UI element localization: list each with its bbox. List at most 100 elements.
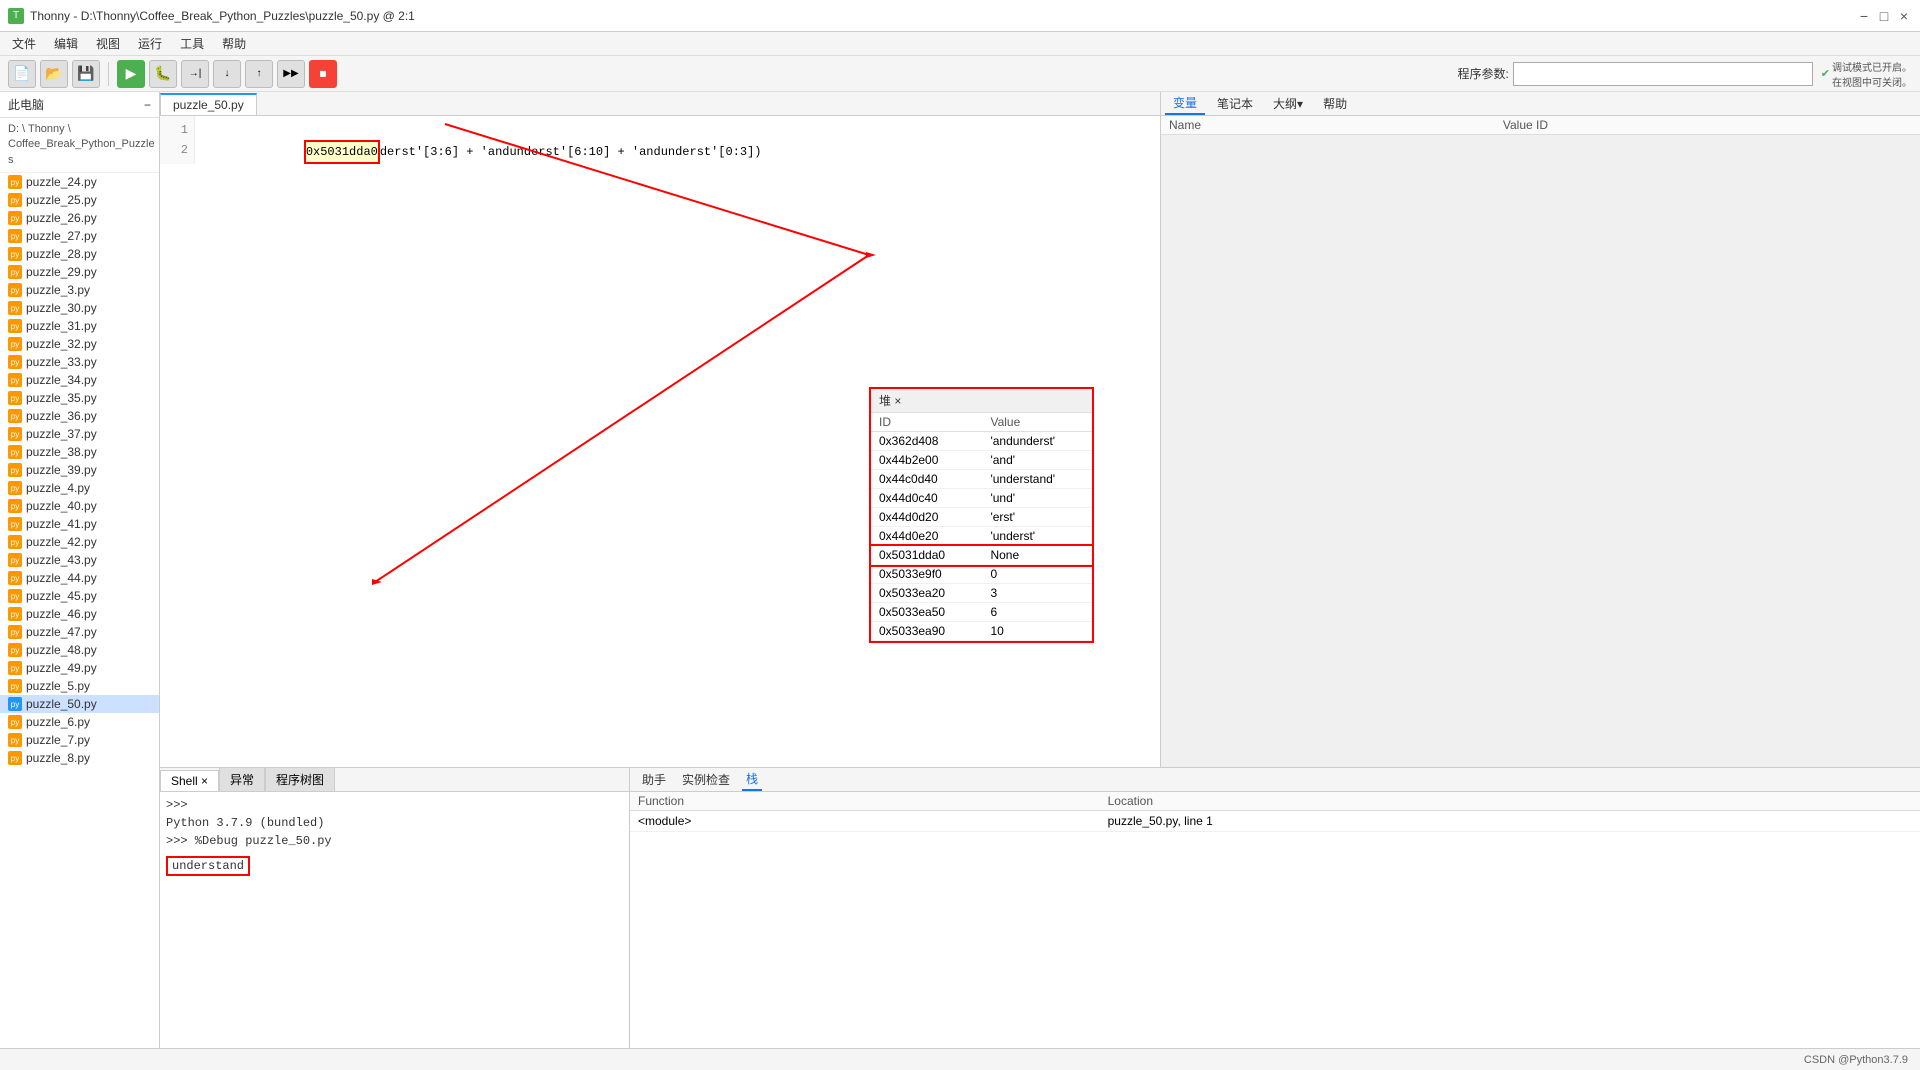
- sidebar-item-label: puzzle_44.py: [26, 571, 97, 585]
- sidebar-item-label: puzzle_27.py: [26, 229, 97, 243]
- stack-table-body: <module> puzzle_50.py, line 1: [630, 811, 1920, 832]
- sidebar-item-puzzle_44-py[interactable]: py puzzle_44.py: [0, 569, 159, 587]
- tab-help[interactable]: 帮助: [1315, 93, 1355, 114]
- file-icon: py: [8, 571, 22, 585]
- sidebar-item-puzzle_5-py[interactable]: pypuzzle_5.py: [0, 677, 159, 695]
- new-file-button[interactable]: 📄: [8, 60, 36, 88]
- sidebar-file-list: pypuzzle_24.pypypuzzle_25.pypypuzzle_26.…: [0, 173, 159, 1048]
- sidebar-item-label: puzzle_49.py: [26, 661, 97, 675]
- sidebar-item-puzzle_7-py[interactable]: pypuzzle_7.py: [0, 731, 159, 749]
- stack-cell-location: puzzle_50.py, line 1: [1100, 811, 1920, 832]
- shell-content[interactable]: >>> Python 3.7.9 (bundled) >>> %Debug pu…: [160, 792, 629, 1048]
- sidebar-item-label: puzzle_30.py: [26, 301, 97, 315]
- sidebar-item-puzzle_6-py[interactable]: pypuzzle_6.py: [0, 713, 159, 731]
- sidebar-item-label: puzzle_42.py: [26, 535, 97, 549]
- window-title: Thonny - D:\Thonny\Coffee_Break_Python_P…: [30, 9, 415, 23]
- stop-button[interactable]: ⏹: [309, 60, 337, 88]
- menu-item-帮助[interactable]: 帮助: [214, 33, 254, 54]
- sidebar-item-puzzle_27-py[interactable]: pypuzzle_27.py: [0, 227, 159, 245]
- sidebar-item-label: puzzle_3.py: [26, 283, 90, 297]
- sidebar-item-puzzle_26-py[interactable]: pypuzzle_26.py: [0, 209, 159, 227]
- file-icon: py: [8, 481, 22, 495]
- tab-stack[interactable]: 栈: [742, 768, 762, 791]
- sidebar-item-puzzle_3-py[interactable]: pypuzzle_3.py: [0, 281, 159, 299]
- heap-row: 0x5031dda0None: [871, 546, 1092, 565]
- file-icon: py: [8, 427, 22, 441]
- sidebar-header: 此电脑 −: [0, 92, 159, 118]
- menu-item-运行[interactable]: 运行: [130, 33, 170, 54]
- sidebar-item-puzzle_34-py[interactable]: pypuzzle_34.py: [0, 371, 159, 389]
- file-icon: py: [8, 211, 22, 225]
- file-icon: py: [8, 625, 22, 639]
- open-file-button[interactable]: 📂: [40, 60, 68, 88]
- stack-col-function: Function: [630, 792, 1100, 811]
- file-icon: py: [8, 517, 22, 531]
- sidebar-item-puzzle_49-py[interactable]: pypuzzle_49.py: [0, 659, 159, 677]
- sidebar-item-puzzle_24-py[interactable]: pypuzzle_24.py: [0, 173, 159, 191]
- menu-item-视图[interactable]: 视图: [88, 33, 128, 54]
- file-icon: py: [8, 607, 22, 621]
- resume-button[interactable]: ▶▶: [277, 60, 305, 88]
- debug-button[interactable]: 🐛: [149, 60, 177, 88]
- sidebar-item-puzzle_50-py[interactable]: pypuzzle_50.py: [0, 695, 159, 713]
- step-into-button[interactable]: ↓: [213, 60, 241, 88]
- sidebar-item-puzzle_48-py[interactable]: pypuzzle_48.py: [0, 641, 159, 659]
- run-button[interactable]: ▶: [117, 60, 145, 88]
- sidebar-item-puzzle_42-py[interactable]: pypuzzle_42.py: [0, 533, 159, 551]
- tab-exception[interactable]: 异常: [219, 767, 265, 791]
- maximize-button[interactable]: □: [1876, 8, 1892, 24]
- sidebar-item-puzzle_30-py[interactable]: pypuzzle_30.py: [0, 299, 159, 317]
- sidebar-item-puzzle_31-py[interactable]: pypuzzle_31.py: [0, 317, 159, 335]
- shell-python-version: Python 3.7.9 (bundled): [166, 816, 623, 830]
- sidebar-item-puzzle_47-py[interactable]: pypuzzle_47.py: [0, 623, 159, 641]
- sidebar-item-puzzle_38-py[interactable]: pypuzzle_38.py: [0, 443, 159, 461]
- sidebar-item-puzzle_32-py[interactable]: pypuzzle_32.py: [0, 335, 159, 353]
- sidebar-collapse-icon[interactable]: −: [144, 98, 151, 112]
- close-button[interactable]: ×: [1896, 8, 1912, 24]
- sidebar-item-puzzle_37-py[interactable]: pypuzzle_37.py: [0, 425, 159, 443]
- stack-row: <module> puzzle_50.py, line 1: [630, 811, 1920, 832]
- sidebar-item-puzzle_36-py[interactable]: pypuzzle_36.py: [0, 407, 159, 425]
- tab-shell[interactable]: Shell ×: [160, 770, 219, 791]
- save-file-button[interactable]: 💾: [72, 60, 100, 88]
- sidebar-item-puzzle_35-py[interactable]: pypuzzle_35.py: [0, 389, 159, 407]
- sidebar-item-puzzle_45-py[interactable]: pypuzzle_45.py: [0, 587, 159, 605]
- step-over-button[interactable]: →|: [181, 60, 209, 88]
- menu-item-文件[interactable]: 文件: [4, 33, 44, 54]
- file-icon: py: [8, 247, 22, 261]
- sidebar-item-label: puzzle_29.py: [26, 265, 97, 279]
- tab-notebook[interactable]: 笔记本: [1209, 93, 1261, 114]
- tab-instance-check[interactable]: 实例检查: [678, 769, 734, 790]
- sidebar-item-puzzle_46-py[interactable]: pypuzzle_46.py: [0, 605, 159, 623]
- tab-puzzle50[interactable]: puzzle_50.py: [160, 93, 257, 115]
- sidebar-item-puzzle_28-py[interactable]: pypuzzle_28.py: [0, 245, 159, 263]
- sidebar-item-puzzle_43-py[interactable]: pypuzzle_43.py: [0, 551, 159, 569]
- tab-assistant[interactable]: 助手: [638, 769, 670, 790]
- sidebar-item-puzzle_8-py[interactable]: pypuzzle_8.py: [0, 749, 159, 767]
- sidebar-item-puzzle_40-py[interactable]: pypuzzle_40.py: [0, 497, 159, 515]
- sidebar-title: 此电脑: [8, 96, 44, 113]
- sidebar-item-puzzle_25-py[interactable]: pypuzzle_25.py: [0, 191, 159, 209]
- sidebar-item-puzzle_29-py[interactable]: pypuzzle_29.py: [0, 263, 159, 281]
- shell-panel: Shell × 异常 程序树图 >>> Python 3.7.9 (bundle…: [160, 768, 630, 1048]
- sidebar-item-label: puzzle_35.py: [26, 391, 97, 405]
- tab-program-tree[interactable]: 程序树图: [265, 767, 335, 791]
- minimize-button[interactable]: −: [1856, 8, 1872, 24]
- sidebar-item-puzzle_39-py[interactable]: pypuzzle_39.py: [0, 461, 159, 479]
- tab-variables[interactable]: 变量: [1165, 92, 1205, 115]
- shell-debug-command: >>> %Debug puzzle_50.py: [166, 834, 623, 848]
- sidebar-item-label: puzzle_48.py: [26, 643, 97, 657]
- menu-item-编辑[interactable]: 编辑: [46, 33, 86, 54]
- stack-cell-function: <module>: [630, 811, 1100, 832]
- heap-row: 0x44d0e20'underst': [871, 527, 1092, 546]
- sidebar-item-puzzle_41-py[interactable]: pypuzzle_41.py: [0, 515, 159, 533]
- tab-outline[interactable]: 大纲▾: [1265, 93, 1311, 114]
- sidebar-item-puzzle_4-py[interactable]: pypuzzle_4.py: [0, 479, 159, 497]
- sidebar-item-puzzle_33-py[interactable]: pypuzzle_33.py: [0, 353, 159, 371]
- title-controls[interactable]: − □ ×: [1856, 8, 1912, 24]
- program-args-input[interactable]: [1513, 62, 1813, 86]
- shell-tabs: Shell × 异常 程序树图: [160, 768, 629, 792]
- menu-item-工具[interactable]: 工具: [172, 33, 212, 54]
- step-out-button[interactable]: ↑: [245, 60, 273, 88]
- var-col-name: Name: [1161, 116, 1495, 135]
